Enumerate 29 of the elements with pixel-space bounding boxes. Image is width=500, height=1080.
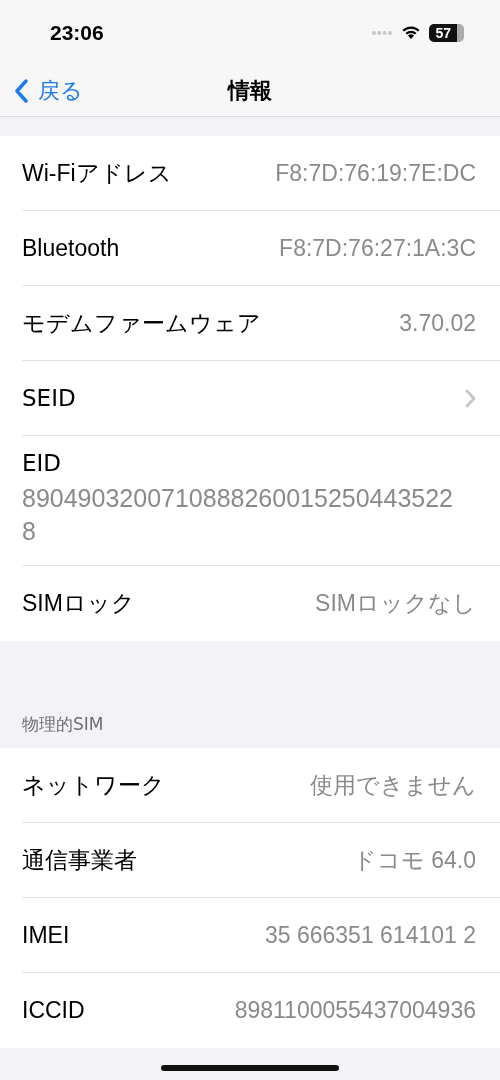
row-label: SIMロック: [22, 589, 135, 618]
section-header: 物理的SIM: [22, 713, 104, 736]
row-label: モデムファームウェア: [22, 308, 261, 338]
row-label: EID: [22, 450, 62, 476]
row-label: 通信事業者: [22, 845, 137, 875]
row-label[interactable]: SEID: [22, 385, 76, 411]
status-time: 23:06: [50, 20, 104, 45]
row-label: ネットワーク: [22, 770, 165, 800]
row-label: Bluetooth: [22, 234, 120, 262]
home-indicator[interactable]: [161, 1065, 339, 1071]
row-value: 使用できません: [310, 770, 476, 800]
row-value: ドコモ 64.0: [352, 845, 476, 875]
row-value: 3.70.02: [399, 309, 476, 337]
row-value: 89049032007108882600152504435228: [22, 483, 455, 547]
row-value: 35 666351 614101 2: [264, 921, 476, 949]
battery-indicator: 57: [429, 23, 464, 42]
signal-dots-icon: [371, 29, 394, 36]
row-value: SIMロックなし: [315, 589, 476, 618]
chevron-right-icon[interactable]: [465, 388, 476, 408]
wifi-icon: [401, 25, 422, 40]
row-label: ICCID: [22, 997, 85, 1024]
back-button[interactable]: 戻る: [0, 75, 83, 106]
row-value: 8981100055437004936: [234, 997, 476, 1024]
page-title: 情報: [228, 76, 272, 105]
row-label: Wi-Fiアドレス: [22, 158, 172, 188]
row-value: F8:7D:76:19:7E:DC: [275, 159, 476, 187]
row-value: F8:7D:76:27:1A:3C: [279, 234, 476, 262]
chevron-left-icon: [14, 78, 28, 103]
row-label: IMEI: [22, 921, 70, 949]
